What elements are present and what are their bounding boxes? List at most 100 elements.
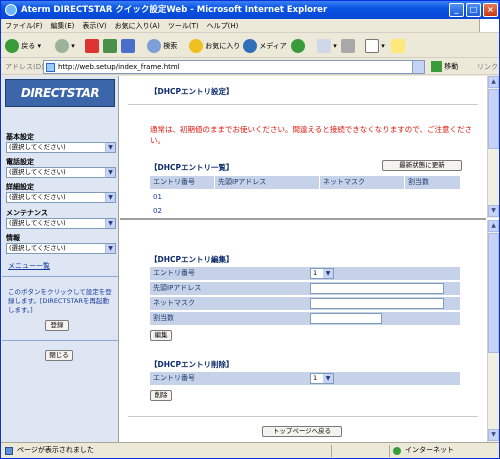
nav-advanced-settings: 詳細設定 (選択してください) ▼	[6, 183, 116, 203]
scroll-thumb[interactable]	[488, 233, 499, 353]
scroll-down-icon[interactable]: ▼	[488, 205, 499, 217]
divider	[128, 416, 478, 417]
media-button[interactable]: メディア	[243, 37, 287, 55]
nav-maintenance: メンテナンス (選択してください) ▼	[6, 209, 116, 229]
back-to-top-button[interactable]: トップページへ戻る	[262, 426, 342, 437]
minimize-button[interactable]: _	[449, 3, 464, 17]
go-button[interactable]: 移動	[431, 61, 458, 72]
top-pane: 【DHCPエントリ設定】 通常は、初期値のままでお使いください。間違えると接続で…	[120, 76, 486, 218]
status-bar: ページが表示されました インターネット	[1, 442, 499, 458]
phone-settings-select[interactable]: (選択してください) ▼	[6, 167, 116, 178]
back-button[interactable]: 戻る ▾	[5, 37, 41, 55]
back-arrow-icon	[5, 39, 19, 53]
menu-favorites[interactable]: お気に入り(A)	[111, 19, 164, 33]
entry-label: エントリ番号	[153, 269, 195, 277]
netmask-label: ネットマスク	[153, 299, 195, 307]
table-row[interactable]: 01	[150, 191, 162, 204]
scroll-down-icon[interactable]: ▼	[488, 429, 499, 441]
menu-list-link[interactable]: メニュー一覧	[8, 261, 50, 271]
maximize-button[interactable]: □	[466, 3, 481, 17]
go-arrow-icon	[431, 61, 442, 72]
browser-window: Aterm DIRECTSTAR クイック設定Web - Microsoft I…	[0, 0, 500, 459]
print-icon	[341, 39, 355, 53]
register-button[interactable]: 登録	[45, 320, 69, 331]
address-label: アドレス(D)	[5, 63, 44, 71]
count-input[interactable]	[310, 313, 382, 324]
window-title: Aterm DIRECTSTAR クイック設定Web - Microsoft I…	[21, 5, 328, 15]
chevron-down-icon: ▼	[323, 374, 333, 383]
close-button[interactable]: ×	[483, 3, 498, 17]
nav-section-title: 情報	[6, 234, 20, 242]
delete-entry-label: エントリ番号	[153, 374, 195, 382]
form-row-entry: エントリ番号	[150, 267, 460, 280]
delete-heading: 【DHCPエントリ削除】	[150, 360, 234, 369]
entry-select[interactable]: 1 ▼	[310, 268, 334, 279]
menu-view[interactable]: 表示(V)	[78, 19, 110, 33]
stop-button[interactable]	[85, 37, 99, 55]
favorites-button[interactable]: お気に入り	[189, 37, 240, 55]
links-label[interactable]: リンク	[477, 62, 498, 72]
messenger-button[interactable]	[391, 37, 405, 55]
scroll-thumb[interactable]	[488, 89, 499, 149]
edit-button[interactable]: 編集	[150, 330, 172, 341]
start-ip-label: 先頭IPアドレス	[153, 284, 202, 292]
bottom-pane-scrollbar[interactable]: ▲ ▼	[487, 220, 499, 442]
column-header: エントリ番号	[150, 176, 214, 189]
address-dropdown[interactable]	[412, 61, 424, 73]
sidebar: DIRECTSTAR 基本設定 (選択してください) ▼ 電話設定 (選択してくだ…	[2, 76, 119, 442]
divider	[389, 445, 390, 457]
print-button[interactable]	[341, 37, 355, 55]
note-icon	[391, 39, 405, 53]
page-icon	[5, 447, 13, 455]
address-url: http://web.setup/index_frame.html	[58, 63, 180, 71]
menu-help[interactable]: ヘルプ(H)	[203, 19, 243, 33]
delete-button[interactable]: 削除	[150, 390, 172, 401]
history-button[interactable]	[291, 37, 305, 55]
nav-section-title: 基本設定	[6, 133, 34, 141]
netmask-input[interactable]	[310, 298, 444, 309]
start-ip-input[interactable]	[310, 283, 444, 294]
chevron-down-icon: ▼	[105, 168, 115, 177]
forward-arrow-icon	[55, 39, 69, 53]
column-header: ネットマスク	[320, 176, 404, 189]
scroll-up-icon[interactable]: ▲	[488, 76, 499, 88]
form-row-delete-entry: エントリ番号	[150, 372, 460, 385]
directstar-logo: DIRECTSTAR	[5, 79, 115, 107]
close-page-button[interactable]: 閉じる	[45, 350, 73, 361]
scroll-up-icon[interactable]: ▲	[488, 220, 499, 232]
maintenance-select[interactable]: (選択してください) ▼	[6, 218, 116, 229]
refresh-status-button[interactable]: 最新状態に更新	[382, 160, 462, 171]
menu-tools[interactable]: ツール(T)	[164, 19, 203, 33]
menu-edit[interactable]: 編集(E)	[47, 19, 79, 33]
chevron-down-icon: ▼	[105, 143, 115, 152]
search-icon	[147, 39, 161, 53]
chevron-down-icon: ▼	[323, 269, 333, 278]
history-icon	[291, 39, 305, 53]
warning-text: 通常は、初期値のままでお使いください。間違えると接続できなくなりますので、ご注意…	[150, 125, 472, 145]
top-pane-scrollbar[interactable]: ▲ ▼	[487, 76, 499, 218]
edit-heading: 【DHCPエントリ編集】	[150, 255, 234, 264]
stop-icon	[85, 39, 99, 53]
edit-page-button[interactable]: ▾	[365, 37, 385, 55]
star-icon	[189, 39, 203, 53]
table-row[interactable]: 02	[150, 205, 162, 218]
menu-file[interactable]: ファイル(F)	[1, 19, 47, 33]
address-input[interactable]: http://web.setup/index_frame.html	[43, 60, 425, 74]
refresh-icon	[103, 39, 117, 53]
basic-settings-select[interactable]: (選択してください) ▼	[6, 142, 116, 153]
mail-button[interactable]: ▾	[317, 37, 337, 55]
media-icon	[243, 39, 257, 53]
chevron-down-icon: ▼	[105, 193, 115, 202]
advanced-settings-select[interactable]: (選択してください) ▼	[6, 192, 116, 203]
count-label: 割当数	[153, 314, 174, 322]
refresh-button[interactable]	[103, 37, 117, 55]
forward-button[interactable]: ▾	[55, 37, 75, 55]
nav-basic-settings: 基本設定 (選択してください) ▼	[6, 133, 116, 153]
home-icon	[121, 39, 135, 53]
home-button[interactable]	[121, 37, 135, 55]
search-button[interactable]: 検索	[147, 37, 177, 55]
delete-entry-select[interactable]: 1 ▼	[310, 373, 334, 384]
info-select[interactable]: (選択してください) ▼	[6, 243, 116, 254]
mail-icon	[317, 39, 331, 53]
address-bar: アドレス(D) http://web.setup/index_frame.htm…	[1, 59, 499, 75]
